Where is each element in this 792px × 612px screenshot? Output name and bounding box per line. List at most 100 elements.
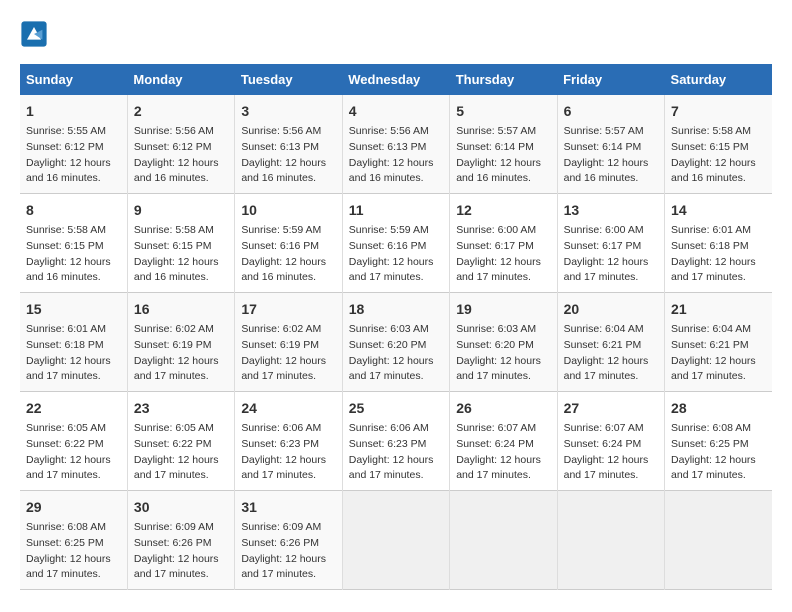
calendar-cell: 9Sunrise: 5:58 AMSunset: 6:15 PMDaylight… <box>127 194 234 293</box>
sunrise-line: Sunrise: 5:55 AM <box>26 125 106 137</box>
day-number: 19 <box>456 299 550 320</box>
day-number: 15 <box>26 299 121 320</box>
calendar-cell: 4Sunrise: 5:56 AMSunset: 6:13 PMDaylight… <box>342 95 449 194</box>
weekday-header-monday: Monday <box>127 64 234 95</box>
weekday-header-wednesday: Wednesday <box>342 64 449 95</box>
weekday-header-tuesday: Tuesday <box>235 64 342 95</box>
calendar-cell: 21Sunrise: 6:04 AMSunset: 6:21 PMDayligh… <box>665 293 772 392</box>
sunrise-line: Sunrise: 5:59 AM <box>241 224 321 236</box>
sunset-line: Sunset: 6:17 PM <box>456 240 534 252</box>
calendar-cell <box>342 491 449 590</box>
daylight-line: Daylight: 12 hours and 17 minutes. <box>134 553 219 581</box>
day-number: 22 <box>26 398 121 419</box>
calendar-cell: 22Sunrise: 6:05 AMSunset: 6:22 PMDayligh… <box>20 392 127 491</box>
sunrise-line: Sunrise: 6:05 AM <box>134 422 214 434</box>
sunrise-line: Sunrise: 5:58 AM <box>26 224 106 236</box>
daylight-line: Daylight: 12 hours and 16 minutes. <box>26 256 111 284</box>
sunrise-line: Sunrise: 6:04 AM <box>564 323 644 335</box>
day-number: 1 <box>26 101 121 122</box>
day-number: 13 <box>564 200 658 221</box>
day-number: 11 <box>349 200 443 221</box>
daylight-line: Daylight: 12 hours and 17 minutes. <box>456 256 541 284</box>
sunset-line: Sunset: 6:24 PM <box>456 438 534 450</box>
day-number: 31 <box>241 497 335 518</box>
sunset-line: Sunset: 6:13 PM <box>349 141 427 153</box>
daylight-line: Daylight: 12 hours and 16 minutes. <box>134 256 219 284</box>
sunset-line: Sunset: 6:19 PM <box>134 339 212 351</box>
sunrise-line: Sunrise: 6:09 AM <box>241 521 321 533</box>
sunrise-line: Sunrise: 6:03 AM <box>456 323 536 335</box>
sunrise-line: Sunrise: 5:58 AM <box>671 125 751 137</box>
calendar-cell: 31Sunrise: 6:09 AMSunset: 6:26 PMDayligh… <box>235 491 342 590</box>
day-number: 21 <box>671 299 766 320</box>
day-number: 9 <box>134 200 228 221</box>
calendar-table: SundayMondayTuesdayWednesdayThursdayFrid… <box>20 64 772 590</box>
daylight-line: Daylight: 12 hours and 17 minutes. <box>564 355 649 383</box>
calendar-cell: 6Sunrise: 5:57 AMSunset: 6:14 PMDaylight… <box>557 95 664 194</box>
daylight-line: Daylight: 12 hours and 17 minutes. <box>671 355 756 383</box>
sunset-line: Sunset: 6:22 PM <box>26 438 104 450</box>
sunrise-line: Sunrise: 6:00 AM <box>456 224 536 236</box>
sunset-line: Sunset: 6:18 PM <box>26 339 104 351</box>
sunset-line: Sunset: 6:16 PM <box>241 240 319 252</box>
daylight-line: Daylight: 12 hours and 16 minutes. <box>134 157 219 185</box>
calendar-cell: 7Sunrise: 5:58 AMSunset: 6:15 PMDaylight… <box>665 95 772 194</box>
logo <box>20 20 52 48</box>
sunset-line: Sunset: 6:23 PM <box>349 438 427 450</box>
calendar-body: 1 Sunrise: 5:55 AM Sunset: 6:12 PM Daylight… <box>20 95 772 590</box>
calendar-cell <box>665 491 772 590</box>
day-number: 3 <box>241 101 335 122</box>
calendar-week-row: 1 Sunrise: 5:55 AM Sunset: 6:12 PM Daylight… <box>20 95 772 194</box>
sunrise-line: Sunrise: 6:07 AM <box>456 422 536 434</box>
daylight-line: Daylight: 12 hours and 17 minutes. <box>134 454 219 482</box>
day-number: 29 <box>26 497 121 518</box>
calendar-cell: 2Sunrise: 5:56 AMSunset: 6:12 PMDaylight… <box>127 95 234 194</box>
sunrise-line: Sunrise: 6:01 AM <box>26 323 106 335</box>
day-number: 4 <box>349 101 443 122</box>
sunset-line: Sunset: 6:20 PM <box>456 339 534 351</box>
sunrise-line: Sunrise: 6:07 AM <box>564 422 644 434</box>
daylight-line: Daylight: 12 hours and 16 minutes. <box>671 157 756 185</box>
sunrise-line: Sunrise: 6:06 AM <box>349 422 429 434</box>
calendar-cell: 19Sunrise: 6:03 AMSunset: 6:20 PMDayligh… <box>450 293 557 392</box>
daylight-line: Daylight: 12 hours and 17 minutes. <box>134 355 219 383</box>
sunrise-line: Sunrise: 6:06 AM <box>241 422 321 434</box>
calendar-week-row: 15 Sunrise: 6:01 AM Sunset: 6:18 PM Dayligh… <box>20 293 772 392</box>
daylight-line: Daylight: 12 hours and 17 minutes. <box>349 355 434 383</box>
calendar-week-row: 8Sunrise: 5:58 AMSunset: 6:15 PMDaylight… <box>20 194 772 293</box>
sunset-line: Sunset: 6:14 PM <box>564 141 642 153</box>
day-number: 24 <box>241 398 335 419</box>
calendar-header-row: SundayMondayTuesdayWednesdayThursdayFrid… <box>20 64 772 95</box>
calendar-cell <box>450 491 557 590</box>
calendar-cell: 12Sunrise: 6:00 AMSunset: 6:17 PMDayligh… <box>450 194 557 293</box>
daylight-line: Daylight: 12 hours and 17 minutes. <box>241 454 326 482</box>
calendar-cell: 28Sunrise: 6:08 AMSunset: 6:25 PMDayligh… <box>665 392 772 491</box>
sunset-line: Sunset: 6:21 PM <box>564 339 642 351</box>
page-header <box>20 20 772 48</box>
calendar-cell: 11Sunrise: 5:59 AMSunset: 6:16 PMDayligh… <box>342 194 449 293</box>
day-number: 26 <box>456 398 550 419</box>
daylight-line: Daylight: 12 hours and 17 minutes. <box>564 454 649 482</box>
day-number: 27 <box>564 398 658 419</box>
daylight-line: Daylight: 12 hours and 16 minutes. <box>241 256 326 284</box>
sunset-line: Sunset: 6:25 PM <box>26 537 104 549</box>
calendar-cell: 15Sunrise: 6:01 AMSunset: 6:18 PMDayligh… <box>20 293 127 392</box>
calendar-cell: 25Sunrise: 6:06 AMSunset: 6:23 PMDayligh… <box>342 392 449 491</box>
daylight-line: Daylight: 12 hours and 17 minutes. <box>241 553 326 581</box>
calendar-cell: 16Sunrise: 6:02 AMSunset: 6:19 PMDayligh… <box>127 293 234 392</box>
sunset-line: Sunset: 6:12 PM <box>26 141 104 153</box>
daylight-line: Daylight: 12 hours and 17 minutes. <box>564 256 649 284</box>
day-number: 6 <box>564 101 658 122</box>
logo-icon <box>20 20 48 48</box>
sunrise-line: Sunrise: 6:05 AM <box>26 422 106 434</box>
daylight-line: Daylight: 12 hours and 17 minutes. <box>349 454 434 482</box>
sunset-line: Sunset: 6:19 PM <box>241 339 319 351</box>
sunrise-line: Sunrise: 6:00 AM <box>564 224 644 236</box>
sunset-line: Sunset: 6:24 PM <box>564 438 642 450</box>
day-number: 5 <box>456 101 550 122</box>
day-number: 14 <box>671 200 766 221</box>
daylight-line: Daylight: 12 hours and 16 minutes. <box>349 157 434 185</box>
sunset-line: Sunset: 6:22 PM <box>134 438 212 450</box>
sunrise-line: Sunrise: 6:03 AM <box>349 323 429 335</box>
sunset-line: Sunset: 6:16 PM <box>349 240 427 252</box>
